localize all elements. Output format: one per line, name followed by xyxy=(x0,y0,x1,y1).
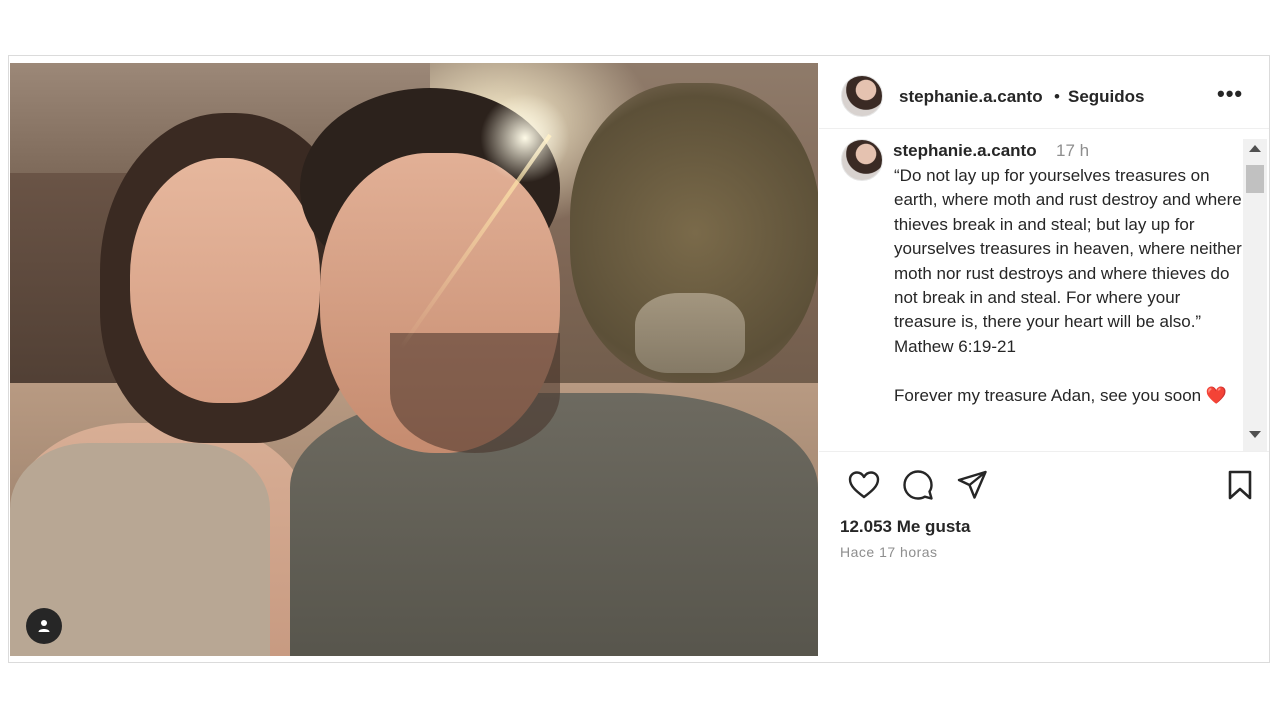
user-tag-icon[interactable] xyxy=(26,608,62,644)
red-heart-emoji: ❤️ xyxy=(1205,385,1228,405)
post-sidebar: stephanie.a.canto • Seguidos ••• stephan… xyxy=(819,63,1269,656)
caption-time: 17 h xyxy=(1056,141,1090,160)
photo-man-beard xyxy=(390,333,560,453)
caption-username[interactable]: stephanie.a.canto xyxy=(893,141,1037,161)
post-header: stephanie.a.canto • Seguidos ••• xyxy=(819,63,1269,129)
photo-sun-flare xyxy=(480,93,570,183)
author-avatar[interactable] xyxy=(841,75,883,117)
photo-background-pot xyxy=(635,293,745,373)
scroll-down-arrow-icon[interactable] xyxy=(1249,431,1261,438)
photo-man-shirt xyxy=(290,393,818,656)
likes-count[interactable]: 12.053 Me gusta xyxy=(840,517,970,537)
instagram-post: stephanie.a.canto • Seguidos ••• stephan… xyxy=(8,55,1270,663)
send-icon[interactable] xyxy=(955,468,989,502)
header-separator: • xyxy=(1054,87,1060,106)
caption-area: stephanie.a.canto 17 h “Do not lay up fo… xyxy=(819,139,1269,451)
scrollbar-thumb[interactable] xyxy=(1246,165,1264,193)
post-photo[interactable] xyxy=(10,63,818,656)
bookmark-icon[interactable] xyxy=(1223,468,1257,502)
post-timestamp: Hace 17 horas xyxy=(840,544,938,560)
heart-icon[interactable] xyxy=(847,468,881,502)
comment-icon[interactable] xyxy=(901,468,935,502)
caption-text: “Do not lay up for yourselves treasures … xyxy=(894,164,1244,408)
caption-scrollbar[interactable] xyxy=(1243,139,1267,451)
caption-body: “Do not lay up for yourselves treasures … xyxy=(894,166,1242,405)
caption-avatar[interactable] xyxy=(841,139,883,181)
author-username[interactable]: stephanie.a.canto xyxy=(899,87,1043,107)
photo-woman-face xyxy=(130,158,320,403)
actions-divider xyxy=(819,451,1269,452)
scroll-up-arrow-icon[interactable] xyxy=(1249,145,1261,152)
following-status-button[interactable]: Seguidos xyxy=(1068,87,1145,107)
more-options-icon[interactable]: ••• xyxy=(1217,81,1243,107)
